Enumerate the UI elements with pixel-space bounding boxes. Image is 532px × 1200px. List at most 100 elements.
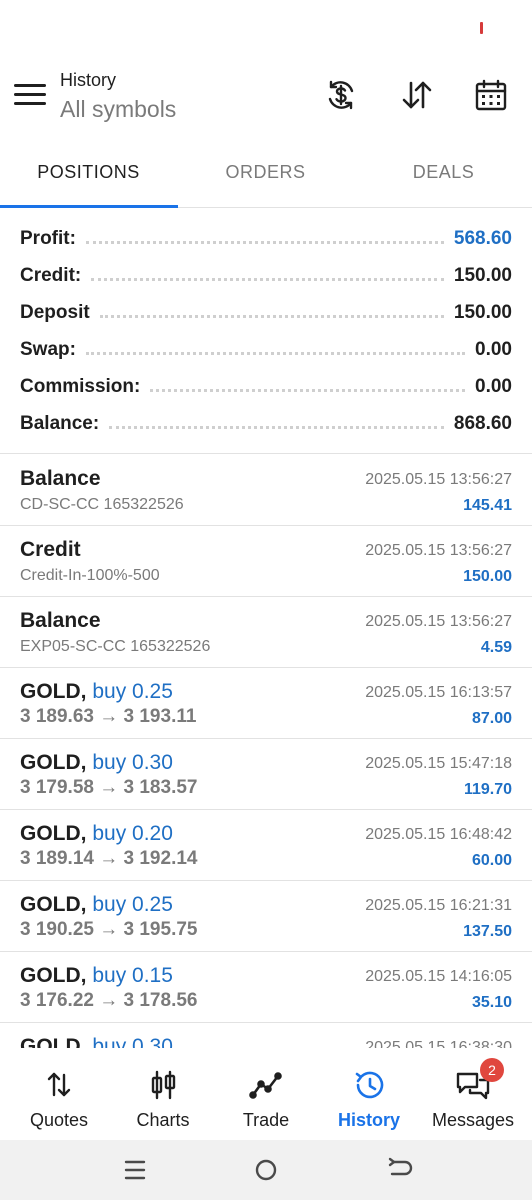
deal-amount: 145.41 — [463, 497, 512, 514]
list-item[interactable]: GOLD, buy 0.15 3 176.22 → 3 178.56 2025.… — [0, 952, 532, 1023]
symbol-filter[interactable]: All symbols — [60, 96, 176, 123]
deal-time: 2025.05.15 16:38:30 — [365, 1039, 512, 1048]
deal-amount: 60.00 — [471, 852, 512, 869]
dotted-leader — [85, 352, 466, 355]
deal-prices: 3 190.25 → 3 195.75 — [20, 919, 198, 940]
tab-positions[interactable]: POSITIONS — [0, 144, 177, 208]
notification-dot — [480, 22, 483, 34]
deal-time: 2025.05.15 16:13:57 — [365, 684, 512, 701]
list-item[interactable]: Balance EXP05-SC-CC 165322526 2025.05.15… — [0, 597, 532, 668]
dotted-leader — [99, 315, 444, 318]
deal-title: GOLD, buy 0.25 — [20, 893, 173, 916]
deal-time: 2025.05.15 16:21:31 — [365, 897, 512, 914]
deal-title: Balance — [20, 609, 101, 632]
deal-prices: 3 176.22 → 3 178.56 — [20, 990, 198, 1011]
nav-label: History — [337, 1110, 400, 1130]
back-icon[interactable] — [384, 1156, 414, 1184]
summary-row-commission: Commission: 0.00 — [20, 368, 512, 405]
list-item[interactable]: GOLD, buy 0.30 2025.05.15 16:38:30 — [0, 1023, 532, 1048]
nav-label: Trade — [242, 1110, 290, 1130]
trade-icon — [248, 1070, 284, 1100]
unread-badge: 2 — [480, 1058, 504, 1082]
nav-quotes[interactable]: Quotes — [6, 1048, 112, 1140]
summary-row-credit: Credit: 150.00 — [20, 257, 512, 294]
home-icon[interactable] — [251, 1156, 281, 1184]
history-list[interactable]: Balance CD-SC-CC 165322526 2025.05.15 13… — [0, 455, 532, 1048]
deal-amount: 35.10 — [471, 994, 512, 1011]
deal-amount: 150.00 — [463, 568, 512, 585]
list-item[interactable]: GOLD, buy 0.30 3 179.58 → 3 183.57 2025.… — [0, 739, 532, 810]
summary-row-profit: Profit: 568.60 — [20, 220, 512, 257]
list-item[interactable]: GOLD, buy 0.20 3 189.14 → 3 192.14 2025.… — [0, 810, 532, 881]
balance-label: Balance: — [20, 412, 100, 434]
app-header: History All symbols — [0, 56, 532, 144]
page-title: History — [60, 70, 117, 90]
deal-amount: 137.50 — [463, 923, 512, 940]
list-item[interactable]: GOLD, buy 0.25 3 189.63 → 3 193.11 2025.… — [0, 668, 532, 739]
deal-prices: 3 189.63 → 3 193.11 — [20, 706, 197, 727]
summary-row-swap: Swap: 0.00 — [20, 331, 512, 368]
deal-title: GOLD, buy 0.30 — [20, 1035, 173, 1048]
nav-label: Messages — [431, 1110, 515, 1130]
currency-exchange-icon[interactable] — [324, 78, 358, 112]
dotted-leader — [85, 241, 444, 244]
nav-trade[interactable]: Trade — [213, 1048, 319, 1140]
deal-time: 2025.05.15 13:56:27 — [365, 471, 512, 488]
history-tabs: POSITIONS ORDERS DEALS — [0, 144, 532, 208]
system-nav-bar — [0, 1140, 532, 1200]
tab-deals[interactable]: DEALS — [355, 144, 532, 208]
charts-icon — [145, 1070, 181, 1100]
commission-value: 0.00 — [475, 375, 512, 397]
deal-title: GOLD, buy 0.30 — [20, 751, 173, 774]
active-tab-indicator — [0, 205, 178, 208]
nav-label: Charts — [136, 1110, 190, 1130]
swap-value: 0.00 — [475, 338, 512, 360]
deal-amount: 4.59 — [480, 639, 512, 656]
deal-amount: 87.00 — [471, 710, 512, 727]
deal-comment: EXP05-SC-CC 165322526 — [20, 638, 211, 655]
deal-time: 2025.05.15 16:48:42 — [365, 826, 512, 843]
deal-comment: CD-SC-CC 165322526 — [20, 496, 184, 513]
deal-amount: 119.70 — [463, 781, 512, 798]
deal-title: Credit — [20, 538, 81, 561]
deal-title: GOLD, buy 0.15 — [20, 964, 173, 987]
quotes-icon — [41, 1070, 77, 1100]
swap-label: Swap: — [20, 338, 76, 360]
commission-label: Commission: — [20, 375, 141, 397]
deposit-value: 150.00 — [453, 301, 512, 323]
deal-title: Balance — [20, 467, 101, 490]
deal-time: 2025.05.15 13:56:27 — [365, 542, 512, 559]
nav-messages[interactable]: 2 Messages — [420, 1048, 526, 1140]
menu-icon[interactable] — [14, 84, 46, 108]
list-item[interactable]: Credit Credit-In-100%-500 2025.05.15 13:… — [0, 526, 532, 597]
deal-time: 2025.05.15 13:56:27 — [365, 613, 512, 630]
status-bar — [0, 0, 532, 56]
list-item[interactable]: Balance CD-SC-CC 165322526 2025.05.15 13… — [0, 455, 532, 526]
list-item[interactable]: GOLD, buy 0.25 3 190.25 → 3 195.75 2025.… — [0, 881, 532, 952]
deal-prices: 3 179.58 → 3 183.57 — [20, 777, 198, 798]
tab-orders[interactable]: ORDERS — [177, 144, 354, 208]
deal-time: 2025.05.15 14:16:05 — [365, 968, 512, 985]
account-summary: Profit: 568.60 Credit: 150.00 Deposit 15… — [0, 220, 532, 454]
nav-charts[interactable]: Charts — [110, 1048, 216, 1140]
nav-history[interactable]: History — [316, 1048, 422, 1140]
dotted-leader — [150, 389, 466, 392]
calendar-icon[interactable] — [474, 78, 508, 112]
deposit-label: Deposit — [20, 301, 90, 323]
bottom-navigation: Quotes Charts Trade History 2 Messages — [0, 1048, 532, 1140]
dotted-leader — [109, 426, 444, 429]
summary-row-deposit: Deposit 150.00 — [20, 294, 512, 331]
deal-time: 2025.05.15 15:47:18 — [365, 755, 512, 772]
nav-label: Quotes — [29, 1110, 89, 1130]
summary-row-balance: Balance: 868.60 — [20, 405, 512, 442]
history-icon — [351, 1070, 387, 1100]
sort-icon[interactable] — [400, 78, 434, 112]
credit-label: Credit: — [20, 264, 82, 286]
recent-apps-icon[interactable] — [120, 1156, 150, 1184]
deal-prices: 3 189.14 → 3 192.14 — [20, 848, 198, 869]
credit-value: 150.00 — [453, 264, 512, 286]
balance-value: 868.60 — [453, 412, 512, 434]
deal-comment: Credit-In-100%-500 — [20, 567, 160, 584]
deal-title: GOLD, buy 0.25 — [20, 680, 173, 703]
profit-label: Profit: — [20, 227, 76, 249]
